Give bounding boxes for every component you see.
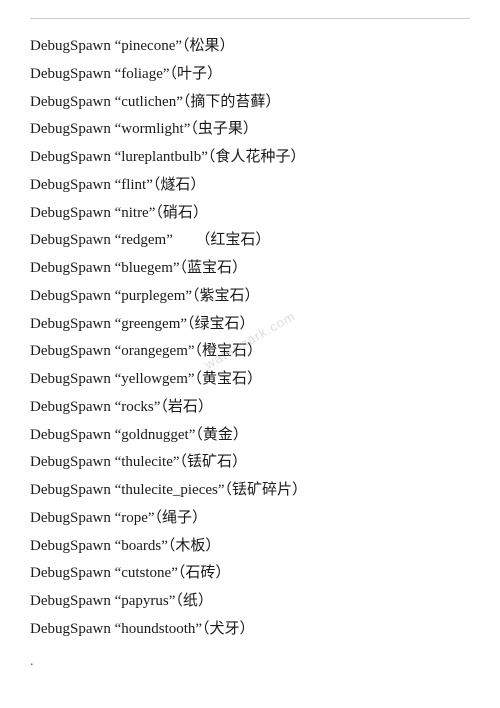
command-list: DebugSpawn “pinecone”（松果）DebugSpawn “fol… xyxy=(30,33,470,644)
list-item: DebugSpawn “goldnugget”（黄金） xyxy=(30,422,470,450)
list-item: DebugSpawn “bluegem”（蓝宝石） xyxy=(30,255,470,283)
list-item: DebugSpawn “cutlichen”（摘下的苔藓） xyxy=(30,89,470,117)
list-item: DebugSpawn “cutstone”（石砖） xyxy=(30,560,470,588)
list-item: DebugSpawn “rope”（绳子） xyxy=(30,505,470,533)
list-item: DebugSpawn “pinecone”（松果） xyxy=(30,33,470,61)
list-item: DebugSpawn “papyrus”（纸） xyxy=(30,588,470,616)
list-item: DebugSpawn “greengem”（绿宝石） xyxy=(30,311,470,339)
list-item: DebugSpawn “boards”（木板） xyxy=(30,533,470,561)
list-item: DebugSpawn “flint”（燧石） xyxy=(30,172,470,200)
list-item: DebugSpawn “wormlight”（虫子果） xyxy=(30,116,470,144)
list-item: DebugSpawn “lureplantbulb”（食人花种子） xyxy=(30,144,470,172)
list-item: DebugSpawn “rocks”（岩石） xyxy=(30,394,470,422)
list-item: DebugSpawn “thulecite_pieces”（铥矿碎片） xyxy=(30,477,470,505)
list-item: DebugSpawn “purplegem”（紫宝石） xyxy=(30,283,470,311)
list-item: DebugSpawn “nitre”（硝石） xyxy=(30,200,470,228)
list-item: DebugSpawn “redgem” （红宝石） xyxy=(30,227,470,255)
list-item: DebugSpawn “foliage”（叶子） xyxy=(30,61,470,89)
top-divider xyxy=(30,18,470,19)
list-item: DebugSpawn “orangegem”（橙宝石） xyxy=(30,338,470,366)
list-item: DebugSpawn “thulecite”（铥矿石） xyxy=(30,449,470,477)
list-item: DebugSpawn “yellowgem”（黄宝石） xyxy=(30,366,470,394)
list-item: DebugSpawn “houndstooth”（犬牙） xyxy=(30,616,470,644)
bottom-dot: . xyxy=(30,654,470,670)
